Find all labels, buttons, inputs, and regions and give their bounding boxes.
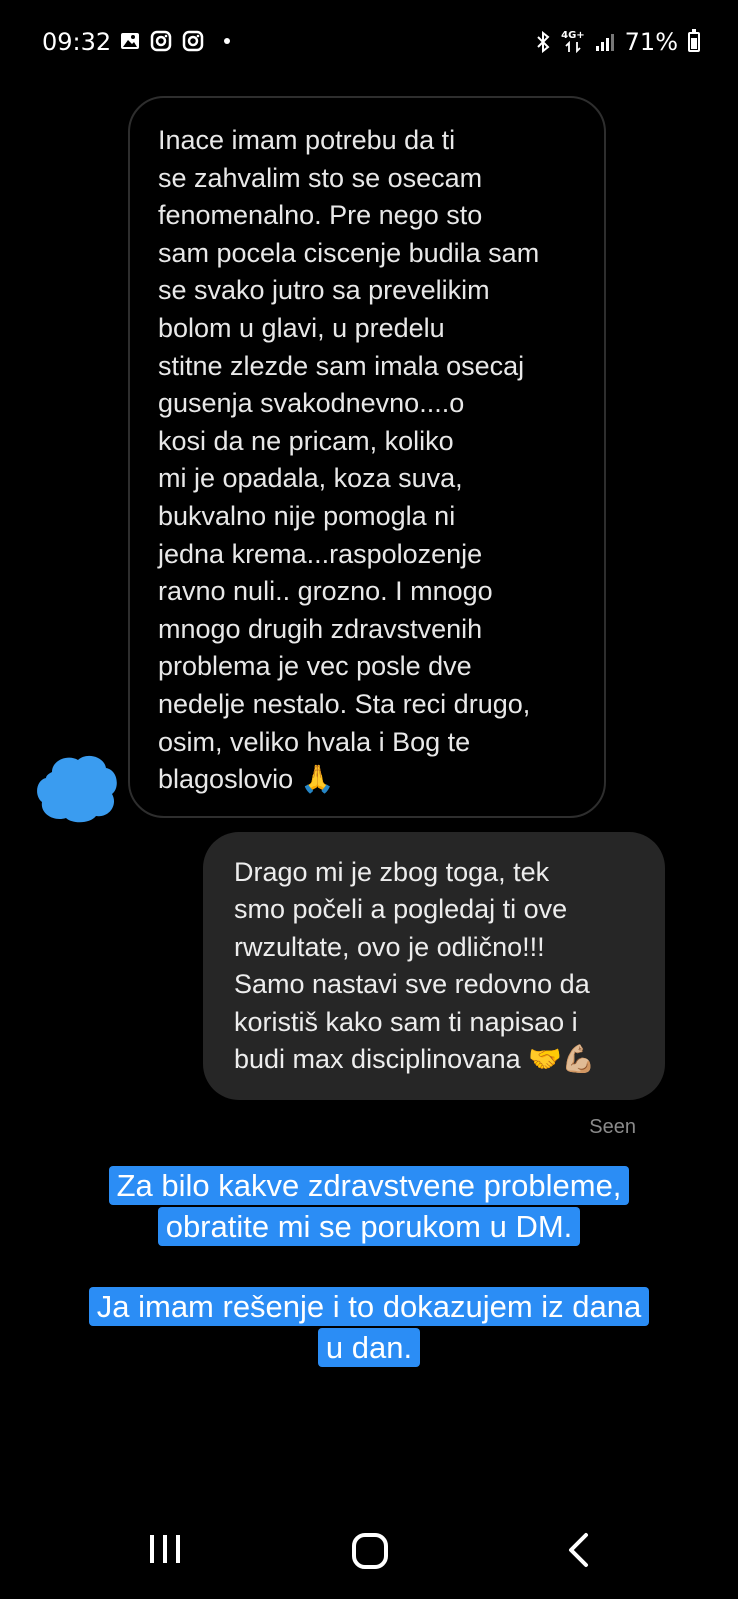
navigation-bar — [0, 1504, 738, 1599]
avatar[interactable] — [34, 752, 118, 824]
caption-solution: Ja imam rešenje i to dokazujem iz dana u… — [0, 1286, 738, 1368]
caption-contact: Za bilo kakve zdravstvene probleme, obra… — [0, 1165, 738, 1247]
battery-icon — [688, 29, 700, 52]
outgoing-message-text: Drago mi je zbog toga, tek smo počeli a … — [234, 857, 596, 1075]
signal-icon — [595, 34, 614, 51]
battery-percent: 71% — [624, 28, 678, 56]
caption-line: Ja imam rešenje i to dokazujem iz dana — [88, 1287, 650, 1326]
network-type: 4G+ — [561, 30, 585, 41]
back-icon[interactable] — [566, 1532, 592, 1568]
instagram-icon — [182, 30, 204, 52]
status-time: 09:32 — [42, 28, 112, 56]
caption-line: obratite mi se porukom u DM. — [157, 1207, 581, 1246]
caption-line: Za bilo kakve zdravstvene probleme, — [108, 1166, 630, 1205]
notification-icons — [120, 30, 230, 52]
home-icon[interactable] — [351, 1532, 389, 1570]
system-status: 4G+ 71% — [535, 28, 700, 56]
seen-label: Seen — [589, 1116, 636, 1138]
incoming-message-text: Inace imam potrebu da ti se zahvalim sto… — [158, 125, 540, 795]
caption-line: u dan. — [317, 1328, 421, 1367]
network-arrows-icon: 4G+ — [561, 31, 585, 53]
gallery-icon — [121, 33, 139, 49]
dot-icon — [224, 38, 230, 44]
recents-icon[interactable] — [148, 1532, 182, 1566]
instagram-icon — [150, 30, 172, 52]
status-bar: 09:32 4G+ 71% — [0, 0, 738, 88]
bluetooth-icon — [537, 31, 550, 53]
